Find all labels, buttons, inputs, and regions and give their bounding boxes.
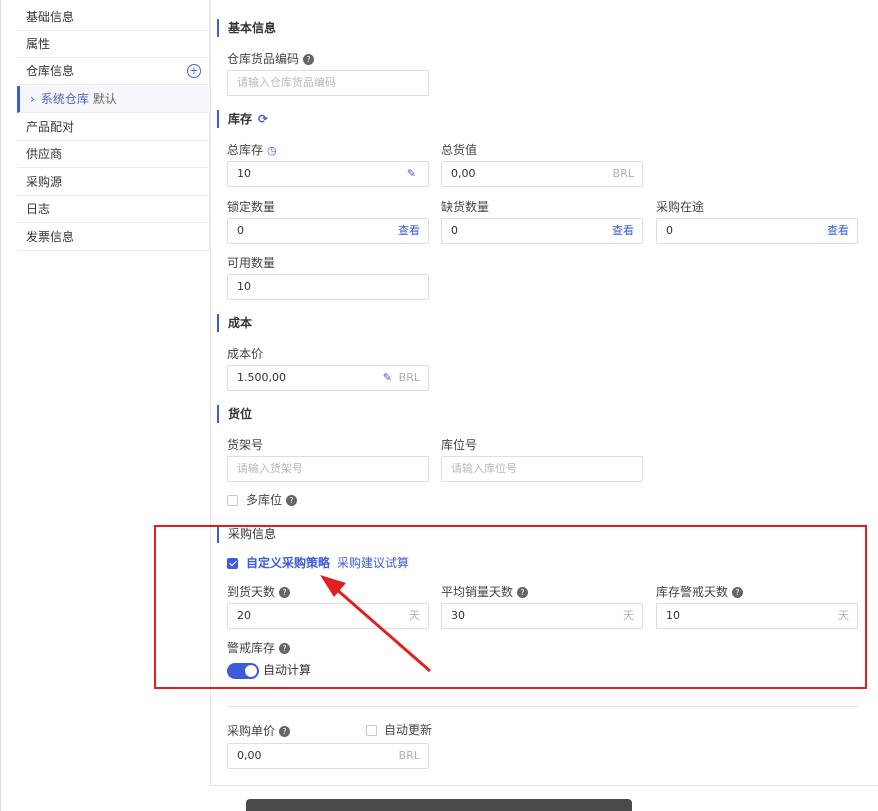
unit-price-value: 0,00 [237,749,262,762]
unit-price-label-text: 采购单价 [227,724,276,738]
auto-update-label: 自动更新 [384,723,433,737]
auto-update-checkbox[interactable] [366,725,377,736]
currency-suffix: BRL [398,749,420,762]
unit-price-label: 采购单价? [227,723,291,739]
help-icon[interactable]: ? [279,726,291,737]
annotation-arrow [320,575,431,673]
unit-price-input[interactable]: 0,00 BRL [227,743,429,769]
section-divider [227,706,858,707]
annotation-arrow-shaft [334,586,431,673]
bottom-toast-bar [246,799,632,811]
